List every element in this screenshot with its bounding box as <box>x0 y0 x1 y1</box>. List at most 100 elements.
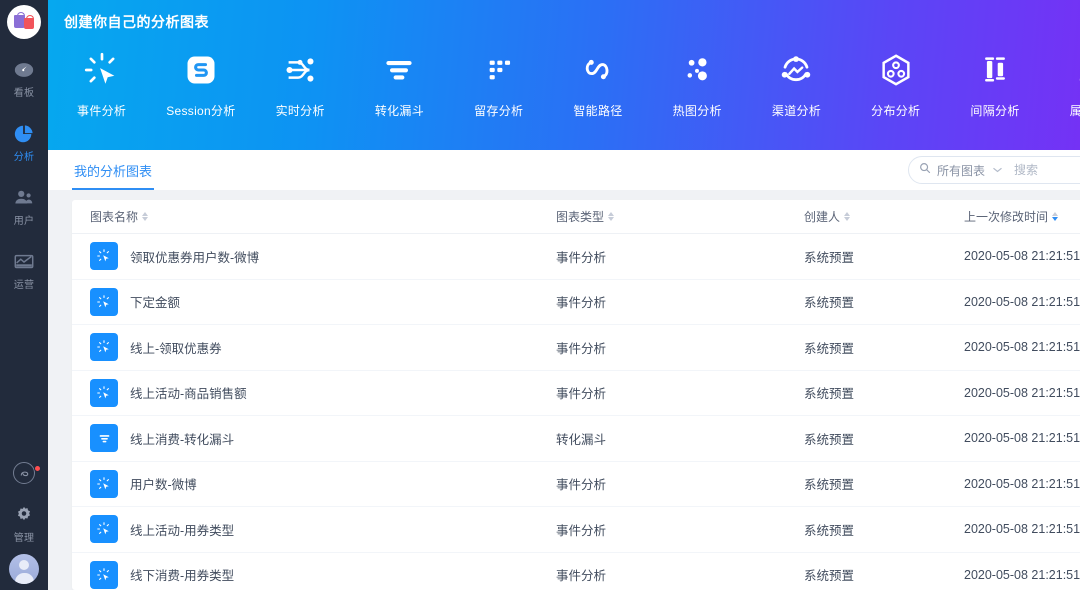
cell-name: 领取优惠券用户数-微博 <box>90 242 556 271</box>
cell-date: 2020-05-08 21:21:51 <box>964 522 1080 537</box>
mini-program-icon <box>13 462 35 484</box>
nav-label-event-analysis: 事件分析 <box>77 104 127 118</box>
pie-chart-icon <box>13 123 35 145</box>
search-scope-select[interactable]: 所有图表 <box>937 162 985 179</box>
cell-date: 2020-05-08 21:21:51 <box>964 294 1080 309</box>
retention-blocks-icon <box>482 44 516 96</box>
sidebar-label-analysis: 分析 <box>13 152 35 163</box>
user-avatar[interactable] <box>9 554 39 584</box>
nav-item-realtime-analysis[interactable]: 实时分析 <box>251 44 350 119</box>
sidebar: 看板 分析 用户 运营 管理 <box>0 0 48 590</box>
nav-item-distribution-analysis[interactable]: 分布分析 <box>846 44 945 119</box>
cell-type: 事件分析 <box>556 296 607 311</box>
sidebar-item-dashboard[interactable]: 看板 <box>0 53 48 99</box>
cell-name: 线上消费-转化漏斗 <box>90 424 556 453</box>
sort-toggle-owner[interactable] <box>844 212 851 221</box>
chevron-down-icon[interactable] <box>993 165 1002 175</box>
sidebar-bottom: 管理 <box>0 456 48 590</box>
path-curve-icon <box>580 44 616 96</box>
table-wrapper: 图表名称 图表类型 创建人 上一次修改时间 领取优惠券用户数-微博 事件分析 系… <box>48 190 1080 590</box>
column-label-type: 图表类型 <box>556 210 605 224</box>
avatar-body <box>14 573 34 584</box>
search-input[interactable] <box>1014 163 1080 177</box>
nav-item-attribute-analysis[interactable]: 属性分析 <box>1045 44 1080 119</box>
cell-owner: 系统预置 <box>804 341 855 356</box>
sidebar-item-management[interactable]: 管理 <box>0 498 48 544</box>
sort-toggle-date[interactable] <box>1052 212 1059 221</box>
table-row[interactable]: 线下消费-用券类型 事件分析 系统预置 2020-05-08 21:21:51 <box>72 553 1080 590</box>
gear-icon <box>14 504 34 526</box>
nav-label-channel-analysis: 渠道分析 <box>771 104 822 118</box>
nav-item-event-analysis[interactable]: 事件分析 <box>52 44 151 119</box>
cell-name: 线下消费-用券类型 <box>90 560 556 589</box>
click-burst-icon <box>90 378 118 407</box>
attribute-people-icon <box>1075 44 1080 96</box>
cell-type: 事件分析 <box>556 250 607 265</box>
chart-name: 用户数-微博 <box>130 478 197 493</box>
column-header-date[interactable]: 上一次修改时间 <box>964 208 1080 225</box>
cell-date: 2020-05-08 21:21:51 <box>964 567 1080 582</box>
cell-owner: 系统预置 <box>804 478 855 493</box>
realtime-nodes-icon <box>281 44 319 96</box>
click-burst-icon <box>90 242 118 271</box>
click-burst-icon <box>90 333 118 362</box>
column-header-owner[interactable]: 创建人 <box>804 208 964 225</box>
table-row[interactable]: 下定金额 事件分析 系统预置 2020-05-08 21:21:51 <box>72 280 1080 325</box>
page-title: 创建你自己的分析图表 <box>64 14 209 30</box>
sidebar-label-users: 用户 <box>13 216 35 227</box>
tab-my-charts[interactable]: 我的分析图表 <box>72 150 155 190</box>
nav-item-session-analysis[interactable]: Session分析 <box>151 44 250 119</box>
chart-name: 线上消费-转化漏斗 <box>130 432 235 447</box>
search-bar[interactable]: 所有图表 <box>908 156 1080 184</box>
sidebar-item-mini-program[interactable] <box>0 456 48 484</box>
avatar-head <box>19 560 29 570</box>
nav-label-session-analysis: Session分析 <box>166 104 236 118</box>
chart-line-icon <box>13 251 35 273</box>
sidebar-item-users[interactable]: 用户 <box>0 181 48 227</box>
table-row[interactable]: 领取优惠券用户数-微博 事件分析 系统预置 2020-05-08 21:21:5… <box>72 234 1080 280</box>
nav-item-interval-analysis[interactable]: 间隔分析 <box>945 44 1044 119</box>
nav-label-interval-analysis: 间隔分析 <box>970 104 1020 118</box>
nav-item-retention-analysis[interactable]: 留存分析 <box>449 44 548 119</box>
cell-type: 事件分析 <box>556 523 607 538</box>
shopping-bags-logo[interactable] <box>7 5 41 39</box>
table-row[interactable]: 用户数-微博 事件分析 系统预置 2020-05-08 21:21:51 <box>72 462 1080 507</box>
nav-item-heatmap-analysis[interactable]: 热图分析 <box>648 44 747 119</box>
session-s-icon <box>183 44 219 96</box>
heatmap-dots-icon <box>679 44 715 96</box>
funnel-icon <box>381 44 417 96</box>
nav-item-smart-path[interactable]: 智能路径 <box>548 44 647 119</box>
column-header-name[interactable]: 图表名称 <box>90 208 556 225</box>
logo-bag-red <box>24 15 34 29</box>
cell-owner: 系统预置 <box>804 523 855 538</box>
charts-table: 图表名称 图表类型 创建人 上一次修改时间 领取优惠券用户数-微博 事件分析 系… <box>72 200 1080 590</box>
column-label-name: 图表名称 <box>90 210 139 224</box>
tab-label-my-charts: 我的分析图表 <box>74 163 153 179</box>
cell-owner: 系统预置 <box>804 432 855 447</box>
sort-toggle-type[interactable] <box>608 212 615 221</box>
avatar-notification-badge <box>34 465 41 472</box>
nav-label-conversion-funnel: 转化漏斗 <box>374 104 425 118</box>
sidebar-item-operations[interactable]: 运营 <box>0 245 48 291</box>
column-header-type[interactable]: 图表类型 <box>556 208 804 225</box>
cell-name: 线上活动-用券类型 <box>90 515 556 544</box>
cell-owner: 系统预置 <box>804 296 855 311</box>
nav-item-channel-analysis[interactable]: 渠道分析 <box>747 44 846 119</box>
cell-name: 线上-领取优惠券 <box>90 333 556 362</box>
table-row[interactable]: 线上-领取优惠券 事件分析 系统预置 2020-05-08 21:21:51 <box>72 325 1080 371</box>
gauge-icon <box>13 59 35 81</box>
content-area: 我的分析图表 所有图表 搜索 图表名称 图表类型 创建人 上一次修改时间 领取优… <box>48 150 1080 590</box>
chart-name: 线下消费-用券类型 <box>130 569 235 584</box>
sort-toggle-name[interactable] <box>142 212 149 221</box>
cell-name: 用户数-微博 <box>90 469 556 498</box>
nav-item-conversion-funnel[interactable]: 转化漏斗 <box>350 44 449 119</box>
table-row[interactable]: 线上活动-商品销售额 事件分析 系统预置 2020-05-08 21:21:51 <box>72 371 1080 416</box>
sidebar-item-analysis[interactable]: 分析 <box>0 117 48 163</box>
table-row[interactable]: 线上活动-用券类型 事件分析 系统预置 2020-05-08 21:21:51 <box>72 507 1080 553</box>
funnel-icon <box>90 424 118 453</box>
analysis-nav: 事件分析 Session分析 实时分析 转化漏斗 留存分析 智能路径 热图分析 … <box>48 44 1080 119</box>
users-icon <box>13 187 35 209</box>
cell-date: 2020-05-08 21:21:51 <box>964 340 1080 355</box>
nav-label-realtime-analysis: 实时分析 <box>275 104 325 118</box>
table-row[interactable]: 线上消费-转化漏斗 转化漏斗 系统预置 2020-05-08 21:21:51 <box>72 416 1080 462</box>
